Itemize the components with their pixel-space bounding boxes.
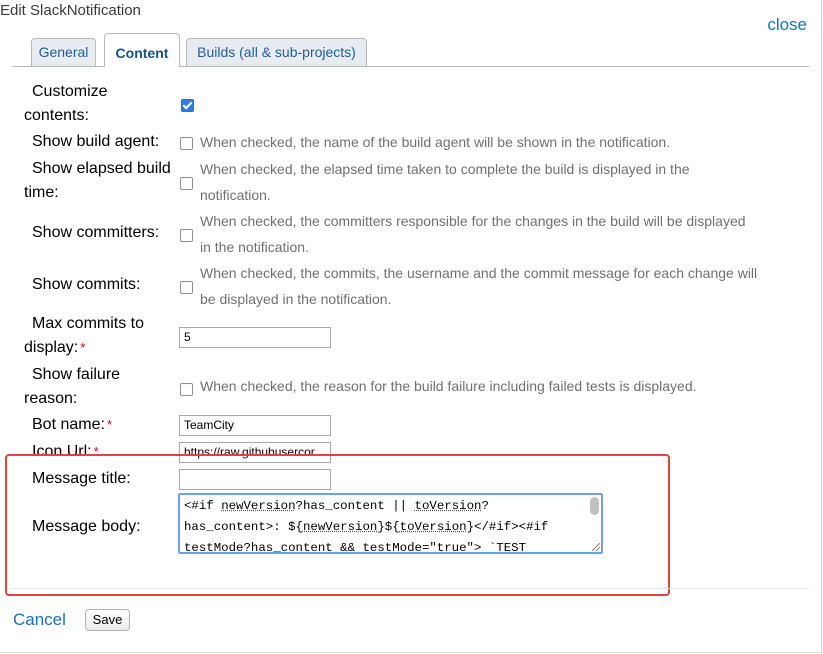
- cancel-link[interactable]: Cancel: [13, 610, 66, 630]
- customize-contents-checkbox[interactable]: [181, 99, 194, 112]
- textarea-scrollbar[interactable]: [590, 497, 599, 515]
- resize-grip-icon[interactable]: [592, 543, 600, 551]
- show-build-agent-label: Show build agent:: [32, 133, 160, 150]
- close-link[interactable]: close: [767, 15, 807, 35]
- icon-url-input[interactable]: https://raw.githubusercor: [179, 442, 331, 463]
- message-body-label: Message body:: [32, 518, 141, 535]
- message-title-label: Message title:: [32, 470, 131, 487]
- edit-notification-dialog: Edit SlackNotification close General Con…: [0, 0, 822, 653]
- bot-name-input[interactable]: TeamCity: [179, 415, 331, 436]
- show-committers-label: Show committers:: [32, 224, 160, 241]
- icon-url-label: Icon Url: *: [32, 443, 99, 460]
- show-commits-label: Show commits:: [32, 276, 141, 293]
- customize-contents-label: Customize contents:: [24, 83, 108, 124]
- required-marker: *: [93, 444, 99, 459]
- max-commits-input[interactable]: 5: [179, 327, 331, 348]
- tab-builds[interactable]: Builds (all & sub-projects): [186, 38, 367, 66]
- tab-content[interactable]: Content: [104, 33, 180, 67]
- show-build-agent-description: When checked, the name of the build agen…: [200, 134, 671, 150]
- show-elapsed-build-time-checkbox[interactable]: [180, 177, 193, 190]
- show-elapsed-build-time-label: Show elapsed build time:: [24, 160, 171, 201]
- show-commits-checkbox[interactable]: [180, 281, 193, 294]
- show-failure-reason-description: When checked, the reason for the build f…: [200, 378, 697, 394]
- show-committers-description: When checked, the committers responsible…: [200, 213, 746, 255]
- dialog-title: Edit SlackNotification: [0, 2, 141, 19]
- show-build-agent-checkbox[interactable]: [180, 137, 193, 150]
- required-marker: *: [80, 340, 86, 355]
- show-commits-description: When checked, the commits, the username …: [200, 265, 758, 307]
- footer-divider: [12, 588, 809, 589]
- bot-name-label: Bot name: *: [32, 416, 112, 433]
- show-failure-reason-checkbox[interactable]: [180, 383, 193, 396]
- message-body-textarea[interactable]: <#if newVersion?has_content || toVersion…: [178, 493, 603, 554]
- save-button[interactable]: Save: [85, 609, 130, 631]
- tab-general[interactable]: General: [31, 38, 96, 66]
- tab-bar: General Content Builds (all & sub-projec…: [12, 33, 809, 67]
- show-failure-reason-label: Show failure reason:: [24, 366, 121, 407]
- max-commits-label: Max commits to display: *: [24, 315, 145, 356]
- required-marker: *: [106, 417, 112, 432]
- message-title-input[interactable]: [179, 469, 331, 490]
- show-elapsed-build-time-description: When checked, the elapsed time taken to …: [200, 161, 690, 203]
- show-committers-checkbox[interactable]: [180, 229, 193, 242]
